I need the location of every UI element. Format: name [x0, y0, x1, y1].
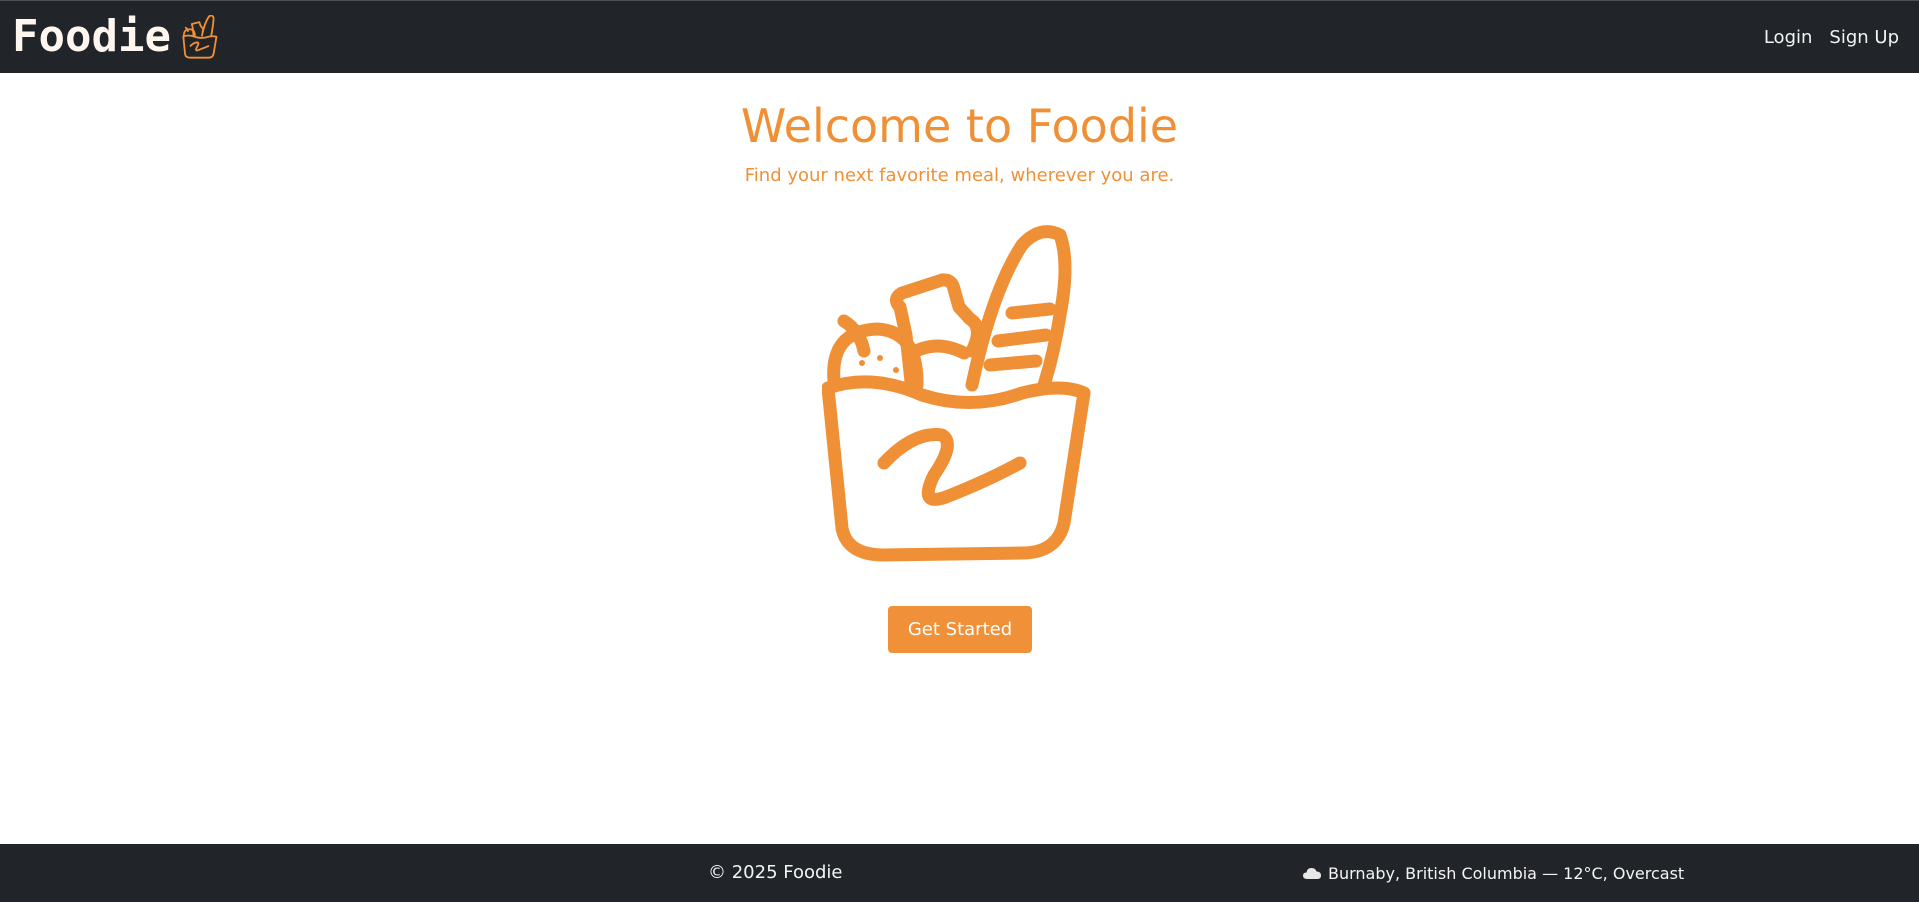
grocery-bag-icon: [822, 225, 1091, 562]
hero-section: Welcome to Foodie Find your next favorit…: [0, 73, 1919, 186]
page-subtitle: Find your next favorite meal, wherever y…: [744, 165, 1175, 187]
copyright-text: © 2025 Foodie: [708, 862, 843, 883]
weather-text: Burnaby, British Columbia — 12°C, Overca…: [1328, 863, 1685, 883]
navbar: Foodie Login Sign Up: [0, 0, 1919, 73]
get-started-button[interactable]: Get Started: [888, 606, 1032, 653]
page-title: Welcome to Foodie: [740, 99, 1179, 153]
grocery-bag-icon: [182, 15, 218, 59]
signup-link[interactable]: Sign Up: [1829, 27, 1899, 48]
cloud-icon: [1303, 868, 1321, 879]
nav-links: Login Sign Up: [1747, 1, 1899, 74]
weather-widget: Burnaby, British Columbia — 12°C, Overca…: [1302, 844, 1684, 902]
brand-link[interactable]: Foodie: [12, 13, 219, 61]
footer: © 2025 Foodie Burnaby, British Columbia …: [0, 844, 1919, 902]
login-link[interactable]: Login: [1764, 27, 1813, 48]
brand-name: Foodie: [12, 11, 171, 62]
